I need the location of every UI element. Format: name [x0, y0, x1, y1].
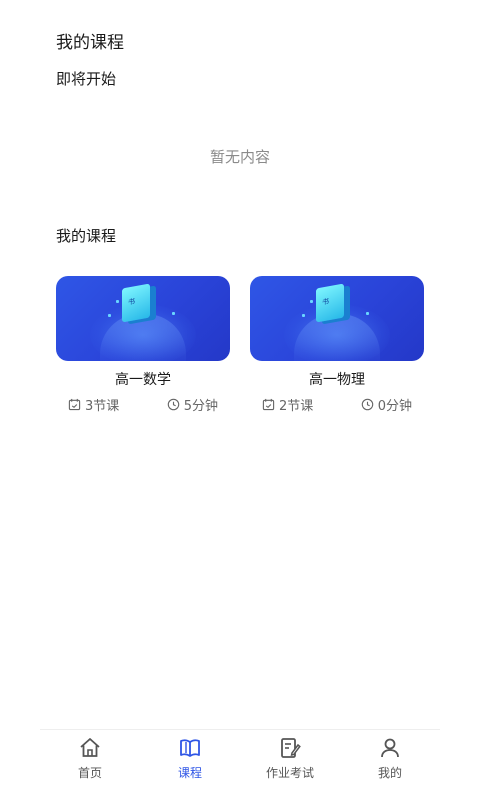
tab-homework-exams[interactable]: 作业考试 [240, 730, 340, 800]
duration-text: 0分钟 [377, 399, 412, 414]
book-illustration-icon [316, 283, 344, 323]
tab-label: 我的 [377, 766, 402, 780]
duration: 5分钟 [167, 395, 218, 414]
tab-courses[interactable]: 课程 [140, 730, 240, 800]
my-courses-section-title: 我的课程 [56, 227, 117, 245]
book-illustration-icon [122, 283, 150, 323]
course-grid: 书 高一数学 3节课 5分钟 书 高一物理 2节课 0分钟 [56, 276, 426, 414]
user-icon [381, 738, 399, 758]
tab-label: 作业考试 [265, 766, 314, 780]
duration: 0分钟 [361, 395, 412, 414]
duration-text: 5分钟 [183, 399, 218, 414]
edit-icon [281, 738, 301, 758]
book-icon [180, 739, 200, 757]
course-meta: 3节课 5分钟 [56, 395, 230, 414]
course-name[interactable]: 高一数学 [56, 369, 230, 389]
course-cover-image[interactable]: 书 [250, 276, 424, 361]
course-card-physics[interactable]: 书 高一物理 2节课 0分钟 [250, 276, 424, 414]
calendar-icon [68, 398, 81, 411]
tab-profile[interactable]: 我的 [340, 730, 440, 800]
cover-book-label: 书 [128, 297, 135, 307]
lesson-count-text: 2节课 [279, 399, 314, 414]
course-cover-image[interactable]: 书 [56, 276, 230, 361]
upcoming-empty-text: 暂无内容 [209, 148, 270, 166]
home-icon [80, 738, 100, 757]
tab-home[interactable]: 首页 [40, 730, 140, 800]
bottom-tab-bar: 首页 课程 作业考试 我的 [40, 729, 440, 800]
cover-book-label: 书 [322, 297, 329, 307]
lesson-count: 2节课 [262, 395, 313, 414]
course-meta: 2节课 0分钟 [250, 395, 424, 414]
calendar-icon [262, 398, 275, 411]
clock-icon [361, 398, 373, 411]
course-card-math[interactable]: 书 高一数学 3节课 5分钟 [56, 276, 230, 414]
tab-label: 课程 [177, 766, 202, 780]
page-title: 我的课程 [56, 33, 124, 53]
clock-icon [167, 398, 179, 411]
lesson-count: 3节课 [68, 395, 119, 414]
upcoming-section-title: 即将开始 [56, 70, 117, 88]
lesson-count-text: 3节课 [85, 399, 120, 414]
course-name[interactable]: 高一物理 [250, 369, 424, 389]
tab-label: 首页 [77, 766, 102, 780]
